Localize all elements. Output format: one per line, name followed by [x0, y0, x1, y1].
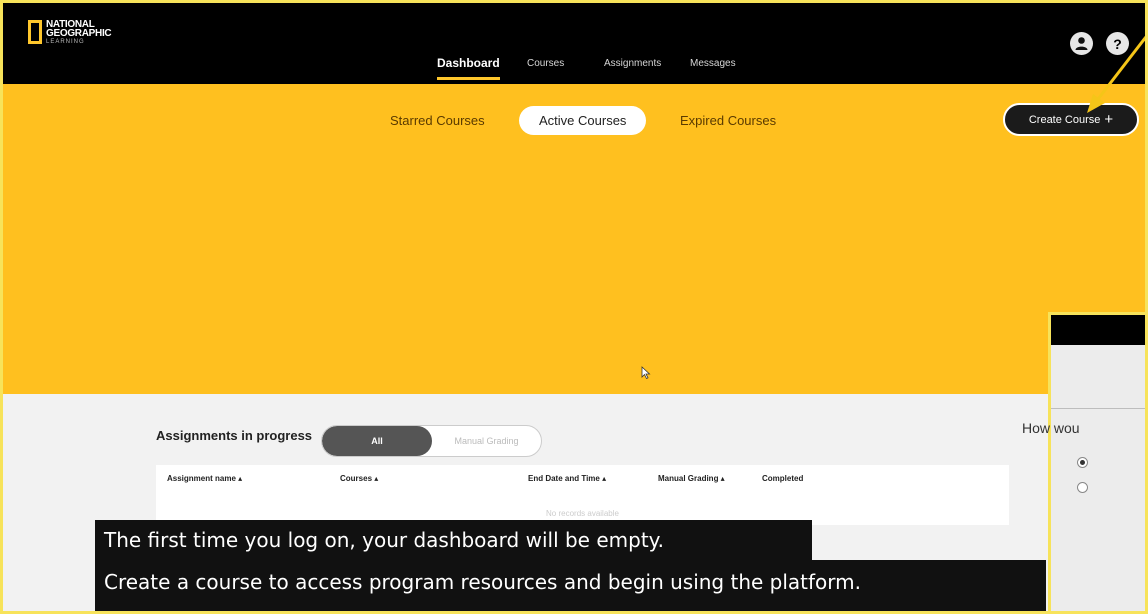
top-bar: NATIONAL GEOGRAPHIC LEARNING Dashboard C…	[3, 3, 1145, 84]
column-assignment-name[interactable]: Assignment name ▴	[167, 474, 242, 483]
dialog-question: How wou	[1022, 420, 1080, 436]
dialog-header	[1051, 315, 1145, 345]
tab-active-courses[interactable]: Active Courses	[519, 106, 647, 135]
assignment-filter-toggle: All Manual Grading	[321, 425, 542, 457]
brand-logo[interactable]: NATIONAL GEOGRAPHIC LEARNING	[28, 20, 112, 46]
empty-state-text: No records available	[546, 509, 619, 518]
filter-all[interactable]: All	[322, 426, 432, 456]
filter-manual-grading[interactable]: Manual Grading	[432, 426, 541, 456]
tab-expired-courses[interactable]: Expired Courses	[680, 113, 776, 128]
caption-line-1: The first time you log on, your dashboar…	[95, 520, 812, 560]
dialog-divider	[1051, 408, 1145, 409]
app-frame: NATIONAL GEOGRAPHIC LEARNING Dashboard C…	[0, 0, 1148, 614]
dialog-radio-option-2[interactable]	[1077, 482, 1088, 493]
logo-line-3: LEARNING	[46, 39, 85, 45]
dialog-radio-option-1[interactable]	[1077, 457, 1088, 468]
courses-hero: Starred Courses Active Courses Expired C…	[3, 84, 1145, 394]
course-dialog: How wou	[1022, 312, 1145, 611]
column-manual-grading[interactable]: Manual Grading ▴	[658, 474, 725, 483]
nav-courses[interactable]: Courses	[527, 58, 564, 69]
nav-assignments[interactable]: Assignments	[604, 58, 661, 69]
assignments-table: Assignment name ▴ Courses ▴ End Date and…	[156, 465, 1009, 525]
mouse-cursor-icon	[641, 366, 651, 380]
assignments-title: Assignments in progress	[156, 428, 313, 443]
caption-line-2: Create a course to access program resour…	[95, 560, 1046, 611]
logo-line-2: GEOGRAPHIC	[46, 28, 112, 39]
nav-dashboard[interactable]: Dashboard	[437, 56, 500, 80]
column-completed[interactable]: Completed	[762, 474, 803, 483]
tab-starred-courses[interactable]: Starred Courses	[390, 113, 485, 128]
column-courses[interactable]: Courses ▴	[340, 474, 378, 483]
column-end-date[interactable]: End Date and Time ▴	[528, 474, 606, 483]
annotation-arrow-icon	[1087, 35, 1145, 113]
nav-messages[interactable]: Messages	[690, 58, 736, 69]
logo-yellow-border-icon	[28, 20, 42, 44]
